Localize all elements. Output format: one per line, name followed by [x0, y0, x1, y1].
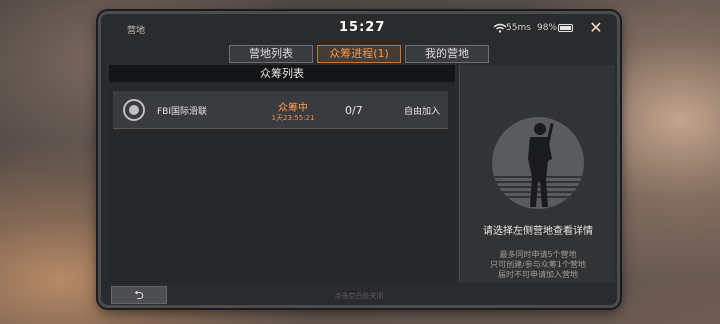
close-hint: 点击空白处关闭	[334, 292, 384, 300]
soldier-silhouette-icon	[492, 117, 584, 209]
close-icon[interactable]: ✕	[587, 19, 605, 37]
list-item[interactable]: FBI国际滑联 众筹中 1天23:55:21 0/7 自由加入	[113, 91, 448, 129]
list-header: 众筹列表	[109, 65, 455, 82]
footer-bar: ⮌ 点击空白处关闭	[101, 285, 617, 305]
status-bar: 营地 15:27 55ms 98% ✕	[101, 14, 617, 44]
tab-camp-list[interactable]: 营地列表	[229, 45, 313, 63]
rule-line: 届时不可申请加入营地	[498, 270, 578, 279]
rule-line: 最多同时申请5个营地	[499, 250, 577, 259]
battery-percent: 98%	[537, 23, 558, 33]
phone-frame: 营地 15:27 55ms 98% ✕ 营地列表 众筹进程(1) 我的营地 众筹…	[98, 11, 620, 308]
tab-crowdfund-progress[interactable]: 众筹进程(1)	[317, 45, 401, 63]
battery-icon	[558, 24, 573, 32]
camp-name: FBI国际滑联	[157, 107, 208, 117]
crowdfund-status: 众筹中	[278, 103, 308, 114]
crowdfund-list-panel: 众筹列表 FBI国际滑联 众筹中 1天23:55:21 0/7 自由加入 510…	[109, 65, 455, 283]
crowdfund-timer: 1天23:55:21	[271, 114, 315, 122]
ping-value: 55ms	[506, 23, 531, 33]
status-title: 营地	[127, 26, 146, 36]
crowdfund-rules: 最多同时申请5个营地 只可创建/参与众筹1个营地 届时不可申请加入营地	[460, 250, 616, 280]
tab-my-camp[interactable]: 我的营地	[405, 45, 489, 63]
member-progress: 0/7	[345, 104, 363, 117]
select-camp-hint: 请选择左侧营地查看详情	[483, 226, 593, 237]
tab-bar: 营地列表 众筹进程(1) 我的营地	[229, 45, 489, 63]
wifi-icon	[493, 23, 507, 33]
detail-panel: 请选择左侧营地查看详情 最多同时申请5个营地 只可创建/参与众筹1个营地 届时不…	[459, 65, 615, 283]
join-mode: 自由加入	[404, 107, 441, 117]
status-time: 15:27	[339, 20, 386, 35]
rule-line: 只可创建/参与众筹1个营地	[490, 260, 586, 269]
camp-emblem-icon	[123, 99, 145, 121]
